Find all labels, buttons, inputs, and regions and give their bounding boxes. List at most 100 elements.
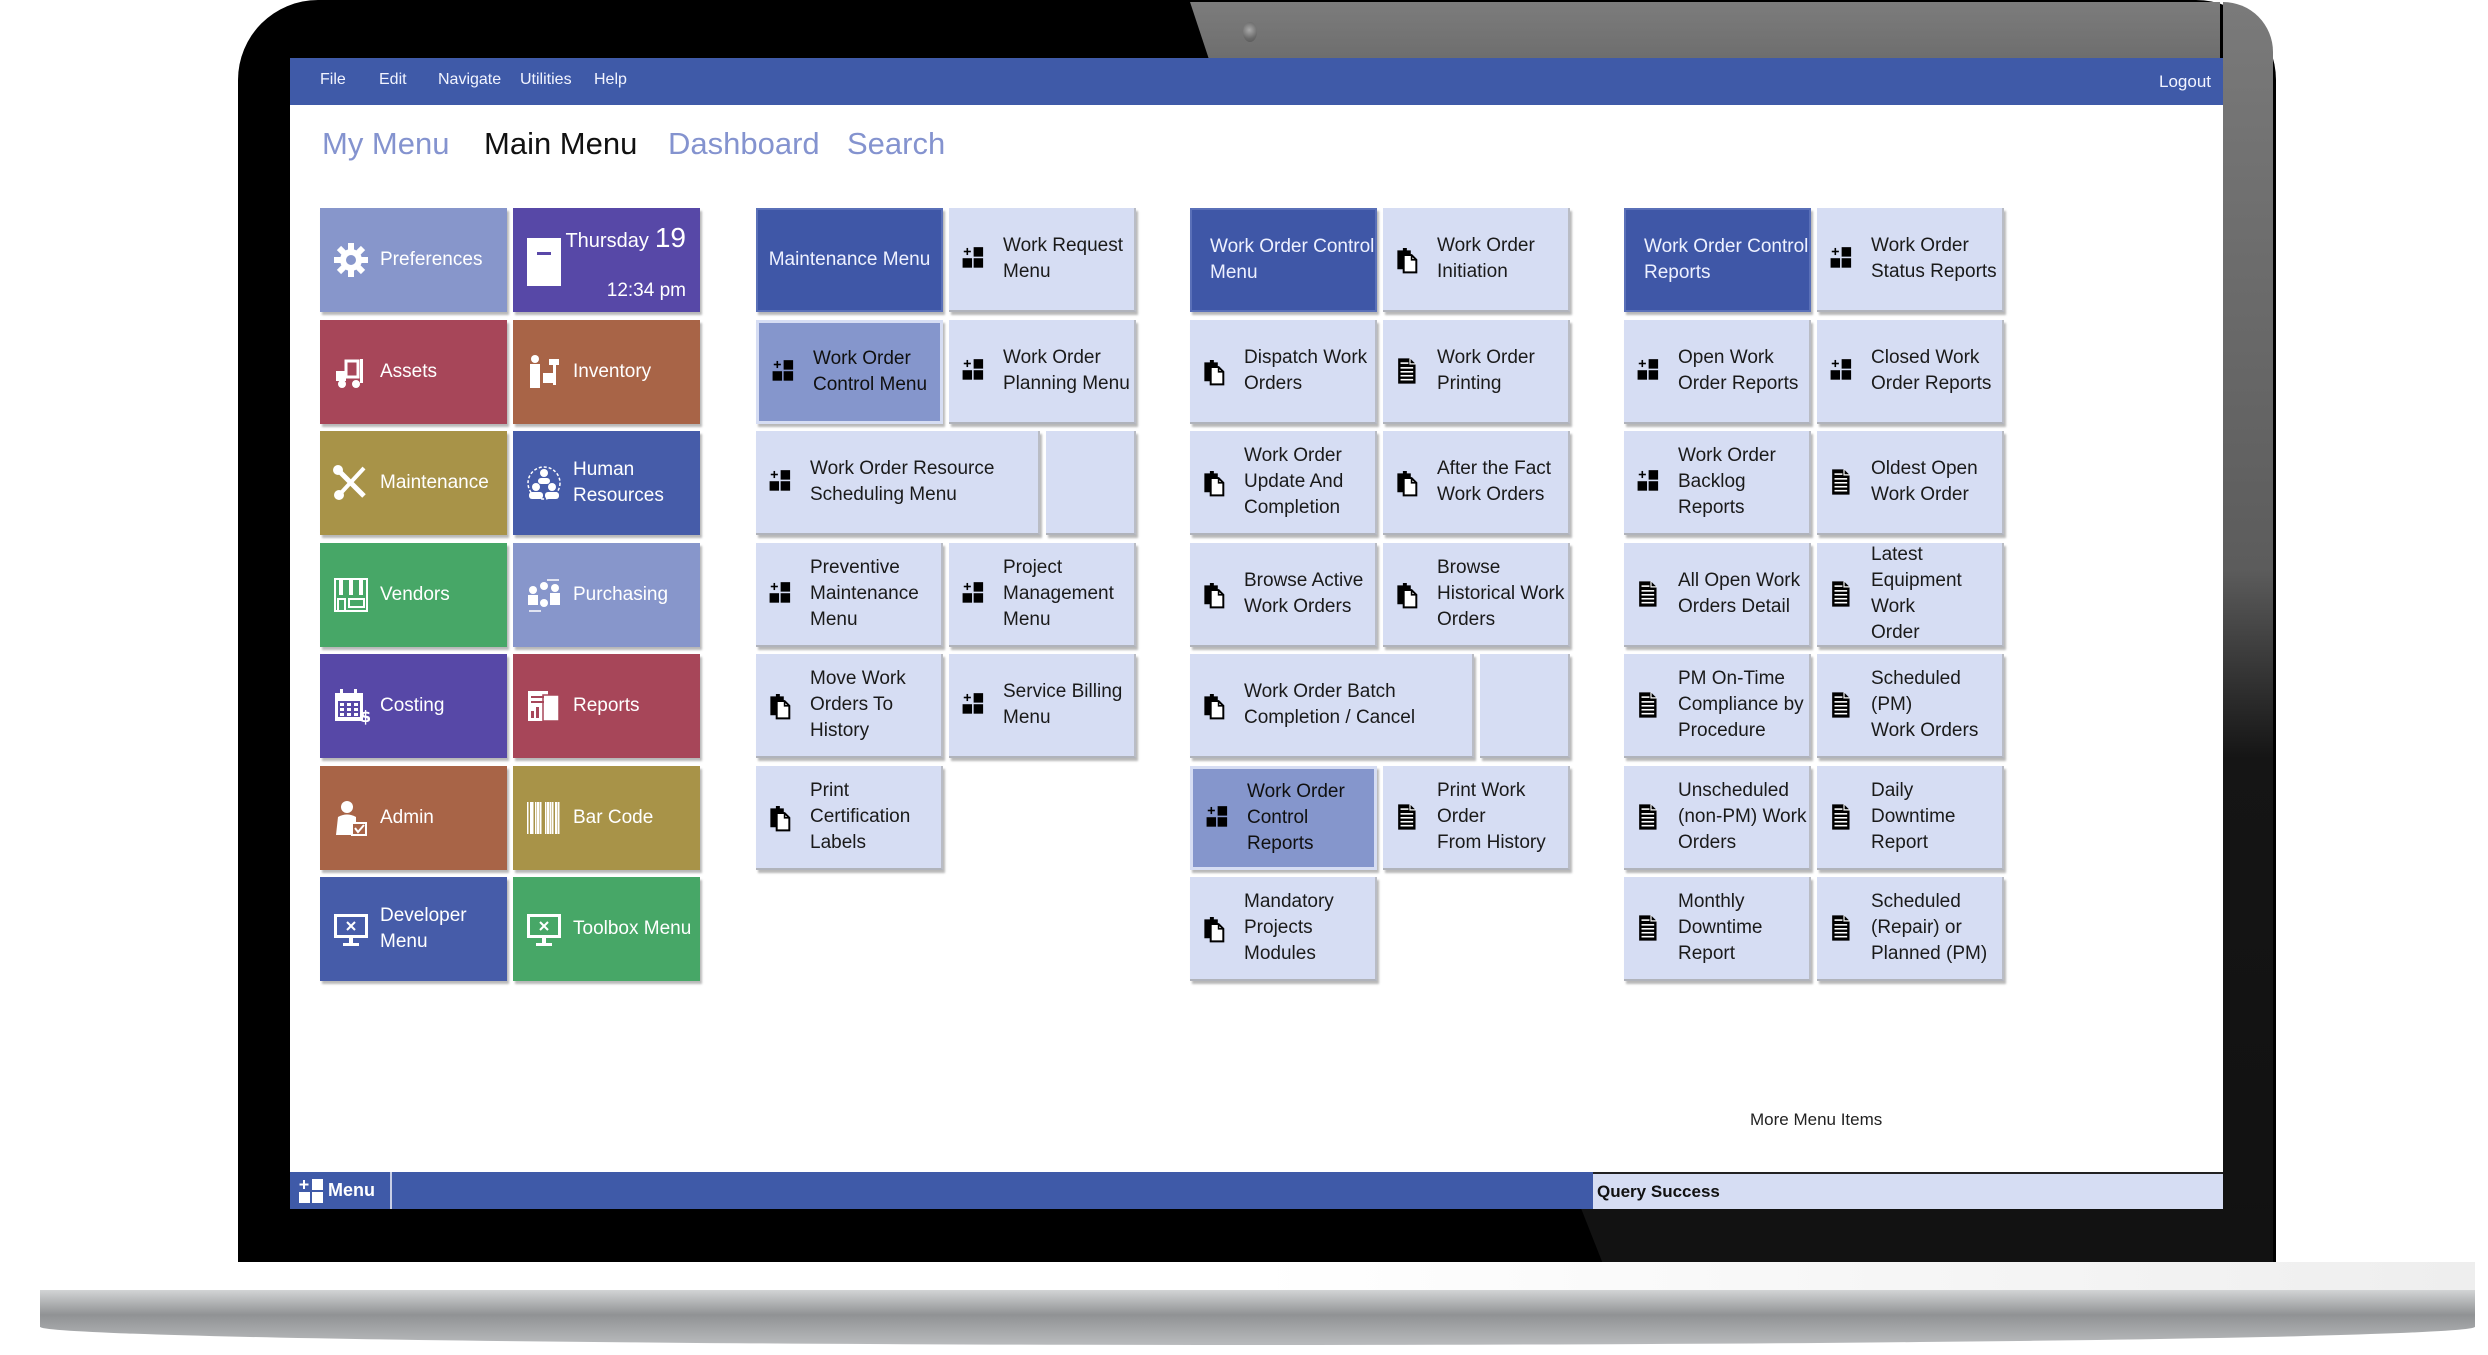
purchasing-people-icon (525, 576, 563, 614)
document-icon (1829, 463, 1859, 501)
tile-admin[interactable]: Admin (320, 765, 507, 870)
tile-label: Work Order Batch Completion / Cancel (1244, 681, 1416, 728)
tile-maintenance[interactable]: Maintenance (320, 431, 507, 535)
tab-search[interactable]: Search (847, 126, 945, 162)
group-header-work-order-control-menu[interactable]: Work Order Control Menu (1190, 208, 1377, 312)
tile-label: Work Order Control Reports (1247, 780, 1345, 854)
tile-label: Dispatch Work Orders (1244, 346, 1368, 394)
tile-work-order-control-menu[interactable]: Work Order Control Menu (756, 319, 943, 424)
submenu-grid-icon (768, 575, 798, 613)
tile-human-resources[interactable]: Human Resources (513, 431, 700, 535)
document-icon (1636, 798, 1666, 836)
tile-label: Work Order Initiation (1437, 235, 1535, 282)
document-icon (1395, 352, 1425, 390)
tile-work-request-menu[interactable]: Work Request Menu (949, 208, 1136, 312)
weekday-label: Thursday (565, 230, 649, 252)
tile-after-the-fact-work-orders[interactable]: After the Fact Work Orders (1383, 431, 1570, 535)
tile-bar-code[interactable]: Bar Code (513, 765, 700, 870)
tile-scheduled-pm-work-orders[interactable]: Scheduled (PM) Work Orders (1817, 654, 2004, 758)
tile-toolbox-menu[interactable]: Toolbox Menu (513, 877, 700, 981)
tile-work-order-control-reports[interactable]: Work Order Control Reports (1190, 765, 1377, 870)
tile-work-order-planning-menu[interactable]: Work Order Planning Menu (949, 319, 1136, 424)
menu-utilities[interactable]: Utilities (520, 71, 572, 89)
tile-service-billing-menu[interactable]: Service Billing Menu (949, 654, 1136, 758)
tile-work-order-initiation[interactable]: Work Order Initiation (1383, 208, 1570, 312)
tile-inventory[interactable]: Inventory (513, 319, 700, 424)
tab-main-menu[interactable]: Main Menu (484, 126, 637, 162)
tile-mandatory-projects-modules[interactable]: Mandatory Projects Modules (1190, 877, 1377, 981)
menu-edit[interactable]: Edit (379, 71, 407, 89)
tile-print-work-order-from-history[interactable]: Print Work Order From History (1383, 765, 1570, 870)
tile-pm-on-time-compliance-by-procedure[interactable]: PM On-Time Compliance by Procedure (1624, 654, 1811, 758)
tile-preventive-maintenance-menu[interactable]: Preventive Maintenance Menu (756, 542, 943, 647)
tile-developer-menu[interactable]: Developer Menu (320, 877, 507, 981)
tile-unscheduled-non-pm-work-orders[interactable]: Unscheduled (non-PM) Work Orders (1624, 765, 1811, 870)
tile-purchasing[interactable]: Purchasing (513, 542, 700, 647)
clipboard-copy-icon (1395, 240, 1425, 278)
tile-work-order-resource-scheduling-menu[interactable]: Work Order Resource Scheduling Menu (756, 431, 1040, 535)
tile-label: Print Work Order From History (1437, 779, 1546, 853)
tile-label: Service Billing Menu (1003, 681, 1123, 728)
tile-label: Work Order Status Reports (1871, 235, 1997, 282)
tile-vendors[interactable]: Vendors (320, 542, 507, 647)
tile-label: Maintenance (380, 472, 489, 493)
tile-closed-work-order-reports[interactable]: Closed Work Order Reports (1817, 319, 2004, 424)
menu-button[interactable]: Menu (290, 1172, 392, 1209)
tile-latest-equipment-work-order[interactable]: Latest Equipment Work Order (1817, 542, 2004, 647)
tile-work-order-update-and-completion[interactable]: Work Order Update And Completion (1190, 431, 1377, 535)
tile-label: Move Work Orders To History (810, 668, 906, 741)
tile-work-order-backlog-reports[interactable]: Work Order Backlog Reports (1624, 431, 1811, 535)
tile-assets[interactable]: Assets (320, 319, 507, 424)
tile-open-work-order-reports[interactable]: Open Work Order Reports (1624, 319, 1811, 424)
tile-costing[interactable]: $ Costing (320, 654, 507, 758)
tile-label: Unscheduled (non-PM) Work Orders (1678, 779, 1807, 853)
tile-label: Work Order Resource Scheduling Menu (810, 458, 995, 505)
tile-print-certification-labels[interactable]: Print Certification Labels (756, 765, 943, 870)
tile-project-management-menu[interactable]: Project Management Menu (949, 542, 1136, 647)
tile-daily-downtime-report[interactable]: Daily Downtime Report (1817, 765, 2004, 870)
clipboard-copy-icon (1202, 463, 1232, 501)
menu-bar: File Edit Navigate Utilities Help Logout (290, 58, 2223, 105)
tile-label: Browse Active Work Orders (1244, 569, 1364, 617)
tile-work-order-printing[interactable]: Work Order Printing (1383, 319, 1570, 424)
group-header-maintenance-menu[interactable]: Maintenance Menu (756, 208, 943, 312)
clipboard-copy-icon (1202, 686, 1232, 724)
tile-monthly-downtime-report[interactable]: Monthly Downtime Report (1624, 877, 1811, 981)
menu-navigate[interactable]: Navigate (438, 71, 501, 89)
logout-link[interactable]: Logout (2159, 72, 2211, 92)
date-time-tile[interactable]: Thursday 19 12:34 pm (513, 208, 700, 312)
group-header-work-order-control-reports[interactable]: Work Order Control Reports (1624, 208, 1811, 312)
tile-browse-historical-work-orders[interactable]: Browse Historical Work Orders (1383, 542, 1570, 647)
submenu-grid-icon (1829, 352, 1859, 390)
blank-tile[interactable] (1046, 431, 1136, 535)
tile-label: Reports (573, 695, 640, 716)
submenu-grid-icon (961, 575, 991, 613)
tab-dashboard[interactable]: Dashboard (668, 126, 820, 162)
tile-label: Work Order Control Menu (1210, 236, 1375, 283)
tile-preferences[interactable]: Preferences (320, 208, 507, 312)
laptop-base-top (40, 1262, 2475, 1290)
menu-help[interactable]: Help (594, 71, 627, 89)
clipboard-copy-icon (768, 686, 798, 724)
tile-reports[interactable]: Reports (513, 654, 700, 758)
tile-label: Developer Menu (380, 905, 467, 952)
document-icon (1636, 686, 1666, 724)
tile-work-order-batch-completion-cancel[interactable]: Work Order Batch Completion / Cancel (1190, 654, 1474, 758)
clipboard-copy-icon (1202, 909, 1232, 947)
tab-my-menu[interactable]: My Menu (322, 126, 449, 162)
warehouse-worker-icon (525, 353, 563, 391)
submenu-grid-icon (771, 353, 801, 391)
blank-tile[interactable] (1480, 654, 1570, 758)
tile-oldest-open-work-order[interactable]: Oldest Open Work Order (1817, 431, 2004, 535)
status-bar: Menu Query Success (290, 1172, 2223, 1209)
tile-scheduled-repair-or-planned-pm[interactable]: Scheduled (Repair) or Planned (PM) (1817, 877, 2004, 981)
menu-file[interactable]: File (320, 71, 346, 89)
tile-work-order-status-reports[interactable]: Work Order Status Reports (1817, 208, 2004, 312)
tile-label: Admin (380, 806, 434, 828)
tile-all-open-work-orders-detail[interactable]: All Open Work Orders Detail (1624, 542, 1811, 647)
tile-browse-active-work-orders[interactable]: Browse Active Work Orders (1190, 542, 1377, 647)
storefront-icon (332, 576, 370, 614)
tile-dispatch-work-orders[interactable]: Dispatch Work Orders (1190, 319, 1377, 424)
tile-move-work-orders-to-history[interactable]: Move Work Orders To History (756, 654, 943, 758)
more-menu-items-link[interactable]: More Menu Items (1750, 1110, 1882, 1130)
